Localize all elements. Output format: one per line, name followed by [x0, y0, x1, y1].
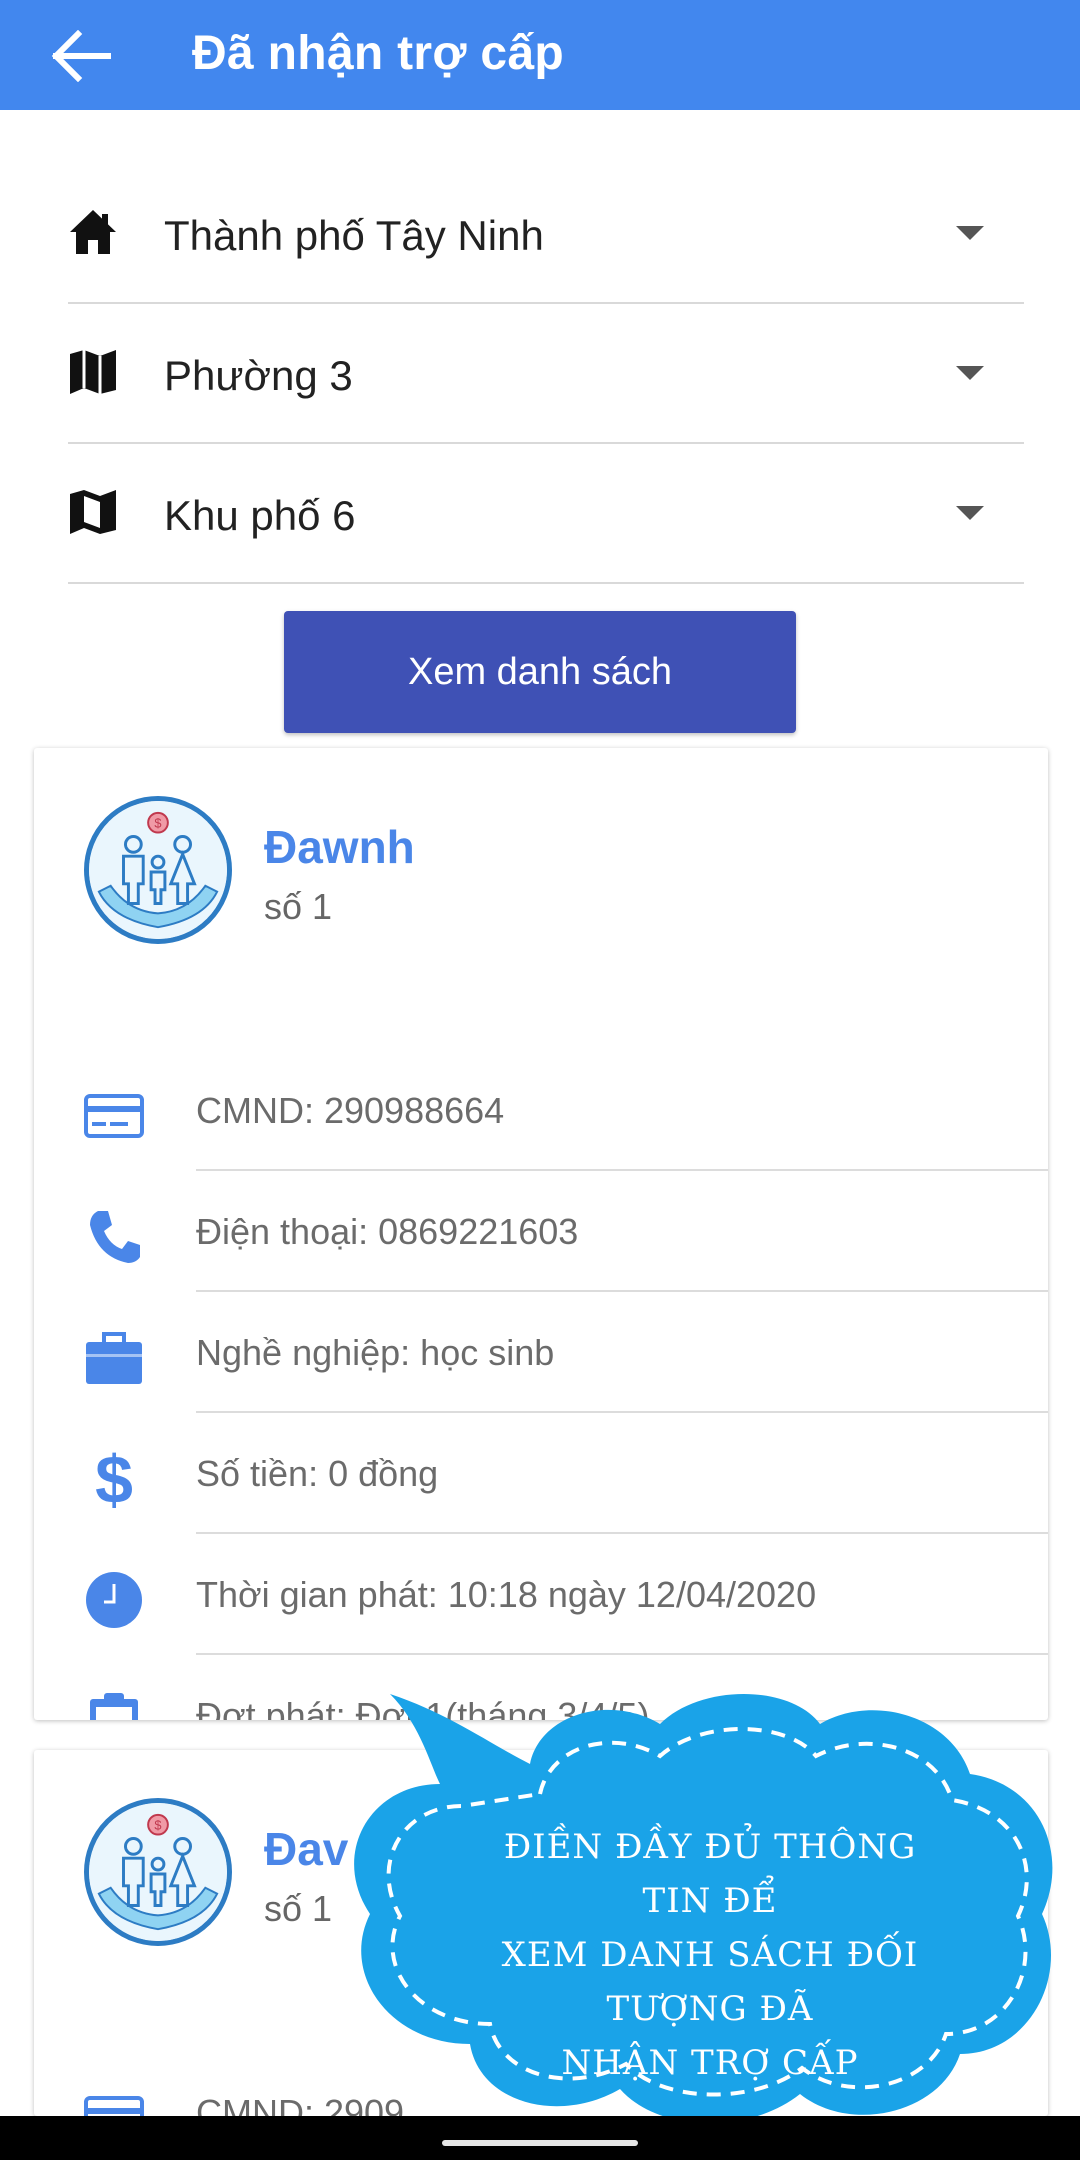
recipient-name: Đawnh	[264, 821, 415, 873]
amount-text: Số tiền: 0 đồng	[196, 1453, 439, 1494]
chevron-down-icon[interactable]	[956, 366, 984, 380]
hint-line-2: XEM DANH SÁCH ĐỐI TƯỢNG ĐÃ	[501, 1935, 919, 2029]
info-row-cmnd: CMND: 290988664	[34, 1050, 1048, 1171]
phone-text: Điện thoại: 0869221603	[196, 1211, 579, 1252]
briefcase-icon	[86, 1332, 142, 1384]
recipient-card[interactable]: $ Đawnh số 1 CMND: 290988664 Điện thoại:…	[34, 748, 1048, 1720]
family-avatar-icon: $	[84, 1798, 232, 1946]
hint-text: ĐIỀN ĐẦY ĐỦ THÔNG TIN ĐỂ XEM DANH SÁCH Đ…	[490, 1820, 930, 2090]
hint-line-3: NHẬN TRỢ CẤP	[561, 2043, 859, 2083]
city-dropdown[interactable]: Thành phố Tây Ninh	[68, 164, 1024, 304]
app-bar: Đã nhận trợ cấp	[0, 0, 1080, 110]
home-icon	[70, 210, 116, 254]
info-row-phone: Điện thoại: 0869221603	[34, 1171, 1048, 1292]
clipboard-icon	[90, 1693, 138, 1720]
dollar-icon: $	[95, 1449, 133, 1509]
home-gesture-handle[interactable]	[442, 2140, 638, 2146]
recipient-subtitle: số 1	[264, 1888, 333, 1929]
svg-text:$: $	[154, 1818, 161, 1833]
phone-icon	[90, 1211, 140, 1263]
cmnd-text: CMND: 290988664	[196, 1090, 505, 1131]
clock-icon	[86, 1572, 142, 1628]
chevron-down-icon[interactable]	[956, 226, 984, 240]
ward-dropdown[interactable]: Phường 3	[68, 304, 1024, 444]
quarter-dropdown[interactable]: Khu phố 6	[68, 444, 1024, 584]
info-row-occupation: Nghề nghiệp: học sinb	[34, 1292, 1048, 1413]
quarter-value: Khu phố 6	[164, 492, 356, 539]
occupation-text: Nghề nghiệp: học sinb	[196, 1332, 555, 1373]
page-title: Đã nhận trợ cấp	[192, 27, 565, 80]
ward-value: Phường 3	[164, 352, 353, 399]
back-arrow-icon[interactable]	[50, 30, 112, 82]
info-row-time: Thời gian phát: 10:18 ngày 12/04/2020	[34, 1534, 1048, 1655]
view-list-button[interactable]: Xem danh sách	[284, 611, 796, 733]
id-card-icon	[84, 1094, 144, 1138]
recipient-subtitle: số 1	[264, 886, 333, 927]
time-text: Thời gian phát: 10:18 ngày 12/04/2020	[196, 1574, 817, 1615]
chevron-down-icon[interactable]	[956, 506, 984, 520]
info-row-amount: $ Số tiền: 0 đồng	[34, 1413, 1048, 1534]
city-value: Thành phố Tây Ninh	[164, 212, 544, 259]
svg-text:$: $	[95, 1449, 133, 1509]
family-avatar-icon: $	[84, 796, 232, 944]
system-nav-bar	[0, 2116, 1080, 2160]
hint-line-1: ĐIỀN ĐẦY ĐỦ THÔNG TIN ĐỂ	[503, 1827, 917, 1921]
svg-text:$: $	[154, 816, 161, 831]
map-icon	[70, 350, 116, 394]
map-outline-icon	[70, 490, 116, 534]
id-card-icon	[84, 2096, 144, 2116]
